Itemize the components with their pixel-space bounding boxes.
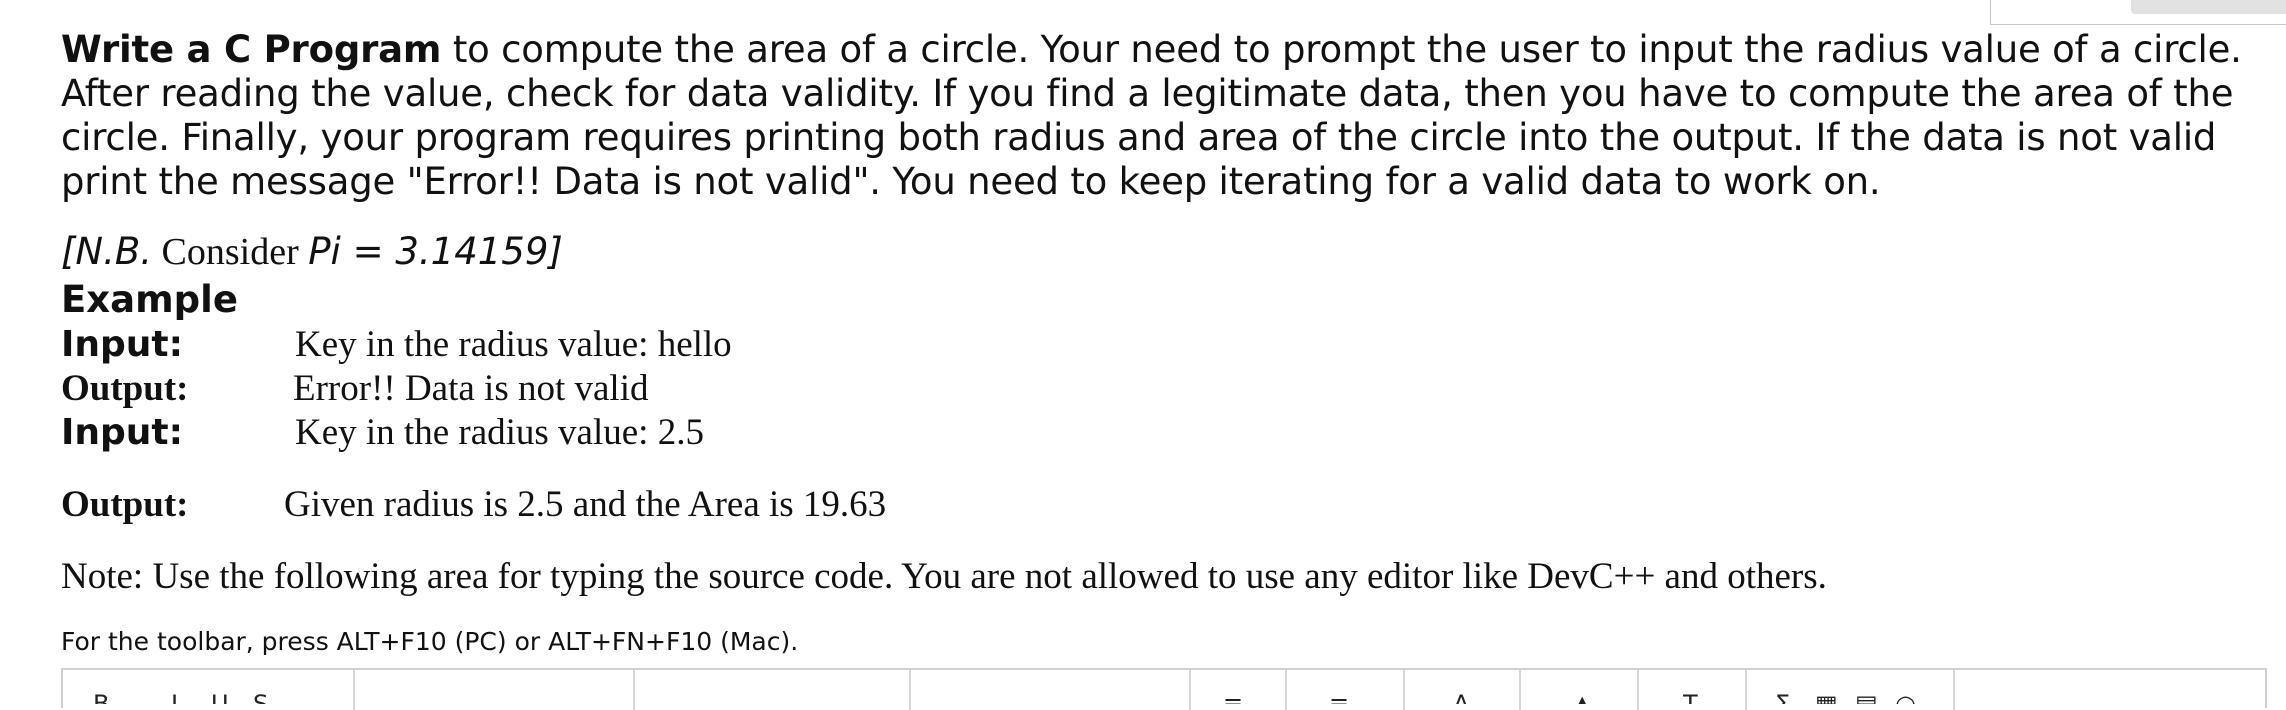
example-heading: Example bbox=[61, 278, 238, 321]
top-corner-button[interactable] bbox=[2131, 0, 2286, 14]
nb-open: [N.B. bbox=[61, 230, 153, 273]
toolbar-separator bbox=[1953, 670, 1955, 710]
io-value: Key in the radius value: 2.5 bbox=[295, 412, 704, 453]
note-text: Note: Use the following area for typing … bbox=[61, 556, 1827, 597]
table-icon[interactable]: ▦ bbox=[1815, 684, 1837, 704]
toolbar-separator bbox=[1189, 670, 1191, 710]
function-icon[interactable]: Σ bbox=[1775, 684, 1797, 704]
io-row: Output: Error!! Data is not valid bbox=[61, 367, 2261, 411]
top-corner-control bbox=[1990, 0, 2286, 25]
help-icon[interactable]: ○ bbox=[1895, 684, 1917, 704]
toolbar-separator bbox=[353, 670, 355, 710]
io-value: Key in the radius value: hello bbox=[295, 324, 732, 365]
toolbar-separator bbox=[1403, 670, 1405, 710]
io-value: Error!! Data is not valid bbox=[293, 368, 649, 409]
underline-icon[interactable]: U bbox=[211, 684, 233, 704]
question-content: Write a C Program to compute the area of… bbox=[61, 28, 2261, 657]
io-row: Output: Given radius is 2.5 and the Area… bbox=[61, 483, 2261, 527]
numbered-list-icon[interactable]: ≡ bbox=[1329, 684, 1351, 704]
paragraph-dropdown[interactable] bbox=[929, 684, 1169, 704]
io-label: Output: bbox=[61, 368, 189, 409]
toolbar-separator bbox=[909, 670, 911, 710]
toolbar-separator bbox=[1637, 670, 1639, 710]
highlight-icon[interactable]: ▲ bbox=[1573, 684, 1595, 704]
toolbar-hint: For the toolbar, press ALT+F10 (PC) or A… bbox=[61, 627, 799, 656]
font-family-dropdown[interactable] bbox=[373, 684, 573, 704]
io-label: Input: bbox=[61, 412, 184, 453]
paste-icon[interactable]: ▤ bbox=[1855, 684, 1877, 704]
io-row: Input: Key in the radius value: hello bbox=[61, 323, 2261, 367]
toolbar-separator bbox=[1745, 670, 1747, 710]
toolbar-separator bbox=[1519, 670, 1521, 710]
io-row: Input: Key in the radius value: 2.5 bbox=[61, 411, 2261, 455]
io-label: Input: bbox=[61, 324, 184, 365]
editor-toolbar: B I U S ≡ ≡ A ▲ T Σ ▦ ▤ ○ bbox=[61, 668, 2267, 710]
clear-formatting-icon[interactable]: T bbox=[1683, 684, 1705, 704]
bold-icon[interactable]: B bbox=[93, 684, 115, 704]
io-value: Given radius is 2.5 and the Area is 19.6… bbox=[284, 484, 887, 525]
font-size-dropdown[interactable] bbox=[653, 684, 853, 704]
toolbar-separator bbox=[633, 670, 635, 710]
bullet-list-icon[interactable]: ≡ bbox=[1223, 684, 1245, 704]
nb-note: [N.B. Consider Pi = 3.14159] bbox=[61, 230, 2261, 275]
strikethrough-icon[interactable]: S bbox=[253, 684, 275, 704]
text-color-icon[interactable]: A bbox=[1453, 684, 1475, 704]
io-label: Output: bbox=[61, 484, 189, 525]
question-intro: Write a C Program to compute the area of… bbox=[61, 28, 2261, 204]
italic-icon[interactable]: I bbox=[171, 684, 193, 704]
nb-consider: Consider bbox=[152, 231, 309, 273]
nb-pi: Pi = 3.14159] bbox=[308, 230, 563, 273]
toolbar-separator bbox=[1285, 670, 1287, 710]
intro-bold: Write a C Program bbox=[61, 28, 442, 71]
